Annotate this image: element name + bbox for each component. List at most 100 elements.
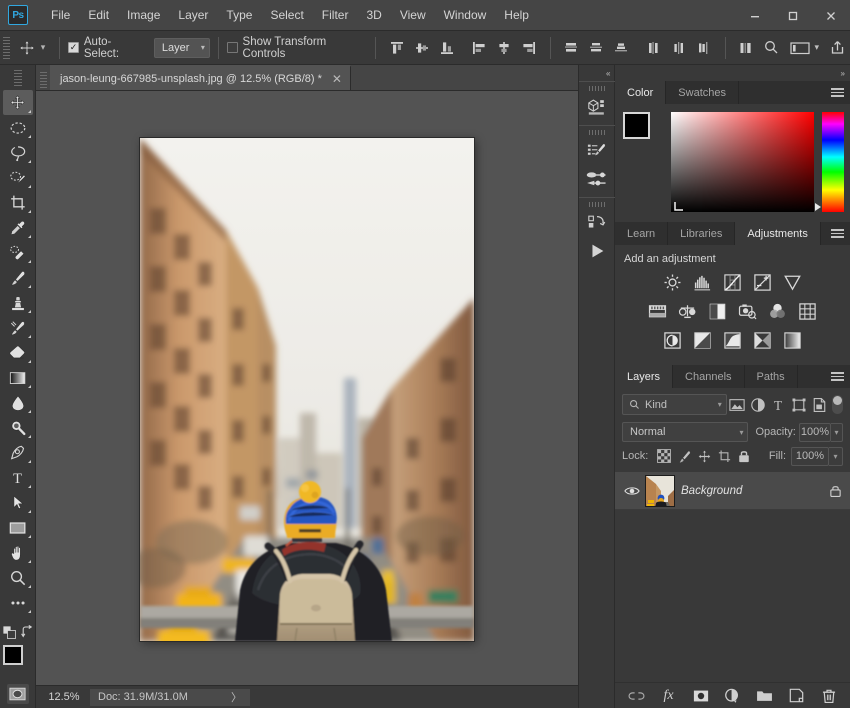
rectangle-shape-tool[interactable] bbox=[3, 515, 33, 540]
delete-layer-button[interactable] bbox=[818, 685, 840, 707]
lasso-tool[interactable] bbox=[3, 140, 33, 165]
tool-preset-chevron-icon[interactable]: ▾ bbox=[41, 42, 46, 53]
move-tool[interactable] bbox=[3, 90, 33, 115]
lock-transparent-pixels-icon[interactable] bbox=[654, 446, 674, 466]
distribute-left-edges-button[interactable] bbox=[642, 35, 667, 61]
marquee-tool[interactable] bbox=[3, 115, 33, 140]
filter-smart-object-icon[interactable] bbox=[809, 394, 830, 415]
color-panel-foreground-swatch[interactable] bbox=[623, 112, 650, 139]
fill-value[interactable]: 100% bbox=[791, 447, 829, 466]
default-colors-icon[interactable] bbox=[3, 626, 14, 637]
auto-select-checkbox-box[interactable]: ✓ bbox=[68, 42, 79, 53]
distribute-right-edges-button[interactable] bbox=[692, 35, 717, 61]
opacity-value[interactable]: 100% bbox=[799, 423, 831, 442]
document-tab[interactable]: jason-leung-667985-unsplash.jpg @ 12.5% … bbox=[50, 65, 351, 90]
menu-item-window[interactable]: Window bbox=[435, 4, 496, 26]
minimize-button[interactable] bbox=[736, 0, 774, 31]
align-bottom-edges-button[interactable] bbox=[434, 35, 459, 61]
auto-select-scope-dropdown[interactable]: Layer ▾ bbox=[154, 38, 210, 58]
filter-enable-toggle[interactable] bbox=[832, 395, 843, 414]
tab-paths[interactable]: Paths bbox=[745, 365, 798, 388]
blur-tool[interactable] bbox=[3, 390, 33, 415]
tab-strip-grip[interactable] bbox=[40, 72, 47, 90]
zoom-level[interactable]: 12.5% bbox=[38, 691, 90, 703]
dock-group-grip[interactable] bbox=[589, 202, 605, 207]
adjustments-panel-menu-button[interactable] bbox=[824, 222, 850, 245]
image-canvas[interactable] bbox=[140, 138, 474, 641]
show-transform-controls-checkbox[interactable]: ✓ Show Transform Controls bbox=[227, 36, 367, 60]
hand-tool[interactable] bbox=[3, 540, 33, 565]
filter-type-icon[interactable]: T bbox=[768, 394, 789, 415]
toolbar-grip[interactable] bbox=[14, 70, 22, 86]
swap-colors-icon[interactable] bbox=[21, 625, 34, 638]
auto-select-checkbox[interactable]: ✓ Auto-Select: bbox=[68, 36, 144, 60]
exposure-icon[interactable] bbox=[752, 272, 773, 293]
menu-item-3d[interactable]: 3D bbox=[357, 4, 390, 26]
levels-icon[interactable] bbox=[692, 272, 713, 293]
tab-layers[interactable]: Layers bbox=[615, 365, 673, 388]
brightness-contrast-icon[interactable] bbox=[662, 272, 683, 293]
selective-color-icon[interactable] bbox=[752, 330, 773, 351]
active-tool-icon-move[interactable] bbox=[15, 35, 40, 61]
filter-pixel-icon[interactable] bbox=[727, 394, 748, 415]
crop-tool[interactable] bbox=[3, 190, 33, 215]
posterize-icon[interactable] bbox=[692, 330, 713, 351]
lock-all-icon[interactable] bbox=[734, 446, 754, 466]
gradient-map-icon[interactable] bbox=[782, 330, 803, 351]
healing-brush-tool[interactable] bbox=[3, 240, 33, 265]
status-expand-icon[interactable]: 〉 bbox=[209, 689, 242, 705]
foreground-color-swatch[interactable] bbox=[3, 645, 23, 665]
brush-tool[interactable] bbox=[3, 265, 33, 290]
distribute-top-edges-button[interactable] bbox=[559, 35, 584, 61]
curves-icon[interactable] bbox=[722, 272, 743, 293]
align-right-edges-button[interactable] bbox=[517, 35, 542, 61]
workspace-switcher-icon[interactable] bbox=[787, 35, 812, 61]
clone-stamp-tool[interactable] bbox=[3, 290, 33, 315]
zoom-tool[interactable] bbox=[3, 565, 33, 590]
quick-mask-toggle[interactable] bbox=[7, 684, 29, 704]
document-info[interactable]: Doc: 31.9M/31.0M 〉 bbox=[90, 689, 250, 706]
eraser-tool[interactable] bbox=[3, 340, 33, 365]
align-horizontal-centers-button[interactable] bbox=[492, 35, 517, 61]
lock-artboard-nesting-icon[interactable] bbox=[714, 446, 734, 466]
path-selection-tool[interactable] bbox=[3, 490, 33, 515]
workspace-chevron-down-icon[interactable]: ▾ bbox=[815, 42, 820, 53]
panel-expand-icon[interactable]: » bbox=[615, 65, 850, 81]
canvas-workspace[interactable] bbox=[36, 91, 578, 685]
lock-position-icon[interactable] bbox=[694, 446, 714, 466]
blend-mode-dropdown[interactable]: Normal ▾ bbox=[622, 422, 748, 442]
options-bar-grip[interactable] bbox=[3, 37, 10, 59]
pen-tool[interactable] bbox=[3, 440, 33, 465]
brush-settings-icon[interactable] bbox=[582, 137, 612, 165]
filter-adjustment-icon[interactable] bbox=[747, 394, 768, 415]
new-layer-button[interactable] bbox=[786, 685, 808, 707]
dock-collapse-icon[interactable]: « bbox=[579, 65, 615, 81]
tab-adjustments[interactable]: Adjustments bbox=[735, 222, 821, 245]
photo-filter-icon[interactable] bbox=[737, 301, 758, 322]
menu-item-filter[interactable]: Filter bbox=[313, 4, 358, 26]
table-row[interactable]: Background bbox=[615, 472, 850, 510]
align-top-edges-button[interactable] bbox=[384, 35, 409, 61]
layer-list[interactable]: Background bbox=[615, 468, 850, 682]
menu-item-select[interactable]: Select bbox=[261, 4, 312, 26]
actions-play-icon[interactable] bbox=[582, 237, 612, 265]
show-transform-checkbox-box[interactable]: ✓ bbox=[227, 42, 238, 53]
layer-filter-kind-dropdown[interactable]: Kind ▾ bbox=[622, 394, 727, 415]
add-layer-mask-button[interactable] bbox=[690, 685, 712, 707]
gradient-tool[interactable] bbox=[3, 365, 33, 390]
hue-slider[interactable] bbox=[822, 112, 844, 212]
3d-panel-icon[interactable] bbox=[582, 93, 612, 121]
history-brush-tool[interactable] bbox=[3, 315, 33, 340]
distribute-3d-icon[interactable] bbox=[734, 35, 759, 61]
tab-learn[interactable]: Learn bbox=[615, 222, 668, 245]
color-balance-icon[interactable] bbox=[677, 301, 698, 322]
channel-mixer-icon[interactable] bbox=[767, 301, 788, 322]
hue-saturation-icon[interactable] bbox=[647, 301, 668, 322]
tab-swatches[interactable]: Swatches bbox=[666, 81, 739, 104]
dodge-tool[interactable] bbox=[3, 415, 33, 440]
distribute-bottom-edges-button[interactable] bbox=[609, 35, 634, 61]
threshold-icon[interactable] bbox=[722, 330, 743, 351]
layer-style-button[interactable]: fx bbox=[658, 685, 680, 707]
link-layers-button[interactable] bbox=[626, 685, 648, 707]
edit-toolbar-tool[interactable] bbox=[3, 590, 33, 615]
